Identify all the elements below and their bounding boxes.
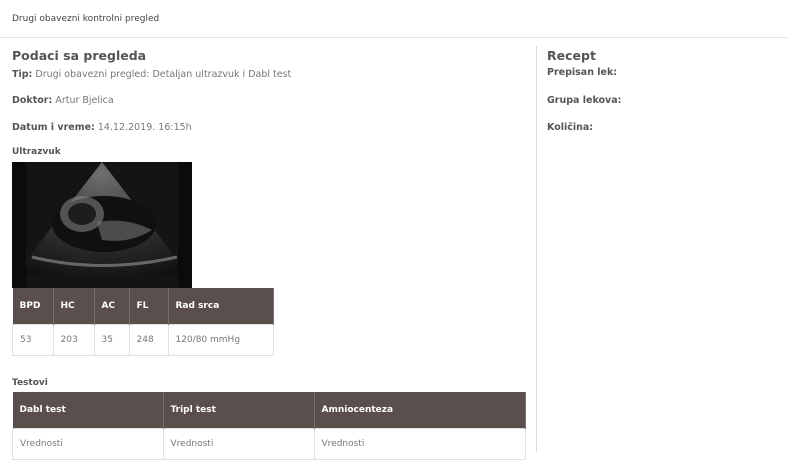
header-amniocenteza: Amniocenteza <box>314 392 526 429</box>
tests-label: Testovi <box>12 378 48 388</box>
header-bpd: BPD <box>12 288 54 325</box>
datetime-row: Datum i vreme: 14.12.2019. 16:15h <box>12 121 192 134</box>
exam-type-row: Tip: Drugi obavezni pregled: Detaljan ul… <box>12 68 291 81</box>
header-fl: FL <box>129 288 169 325</box>
value-fl: 248 <box>128 324 169 356</box>
tests-table: Dabl test Tripl test Amniocenteza Vredno… <box>12 392 526 460</box>
value-amniocenteza: Vrednosti <box>313 428 526 460</box>
datetime-label: Datum i vreme: <box>12 122 95 133</box>
doctor-label: Doktor: <box>12 95 53 106</box>
ultrasound-header-row: BPD HC AC FL Rad srca <box>12 288 274 325</box>
prescribed-drug-label: Prepisan lek: <box>547 67 618 78</box>
value-ac: 35 <box>93 324 130 356</box>
exam-details-panel: Podaci sa pregleda Tip: Drugi obavezni p… <box>12 48 532 460</box>
ultrasound-image <box>12 162 192 288</box>
ultrasound-graphic <box>12 162 192 288</box>
ultrasound-table: BPD HC AC FL Rad srca 53 203 35 248 120/… <box>12 288 274 356</box>
prescription-heading: Recept <box>547 48 596 63</box>
ultrasound-label: Ultrazvuk <box>12 147 61 157</box>
header-tripl-test: Tripl test <box>163 392 315 429</box>
value-dabl-test: Vrednosti <box>12 428 164 460</box>
doctor-row: Doktor: Artur Bjelica <box>12 94 114 107</box>
value-hc: 203 <box>52 324 95 356</box>
prescription-panel: Recept Prepisan lek: Grupa lekova: Količ… <box>547 48 777 133</box>
drug-group-label: Grupa lekova: <box>547 95 622 106</box>
value-tripl-test: Vrednosti <box>162 428 315 460</box>
datetime-value: 14.12.2019. 16:15h <box>97 122 192 133</box>
exam-type-label: Tip: <box>12 69 33 80</box>
exam-type-value: Drugi obavezni pregled: Detaljan ultrazv… <box>35 69 292 80</box>
top-bar: Drugi obavezni kontrolni pregled <box>0 0 787 38</box>
table-row: 53 203 35 248 120/80 mmHg <box>12 324 274 356</box>
panel-divider <box>536 46 537 452</box>
table-row: Vrednosti Vrednosti Vrednosti <box>12 428 526 460</box>
tests-header-row: Dabl test Tripl test Amniocenteza <box>12 392 526 429</box>
value-heart-rate: 120/80 mmHg <box>167 324 274 356</box>
value-bpd: 53 <box>12 324 54 356</box>
header-heart-rate: Rad srca <box>168 288 274 325</box>
doctor-value: Artur Bjelica <box>55 95 114 106</box>
quantity-label: Količina: <box>547 122 594 133</box>
header-hc: HC <box>53 288 95 325</box>
header-dabl-test: Dabl test <box>12 392 164 429</box>
page-title: Drugi obavezni kontrolni pregled <box>12 14 160 24</box>
exam-heading: Podaci sa pregleda <box>12 48 147 63</box>
header-ac: AC <box>94 288 130 325</box>
